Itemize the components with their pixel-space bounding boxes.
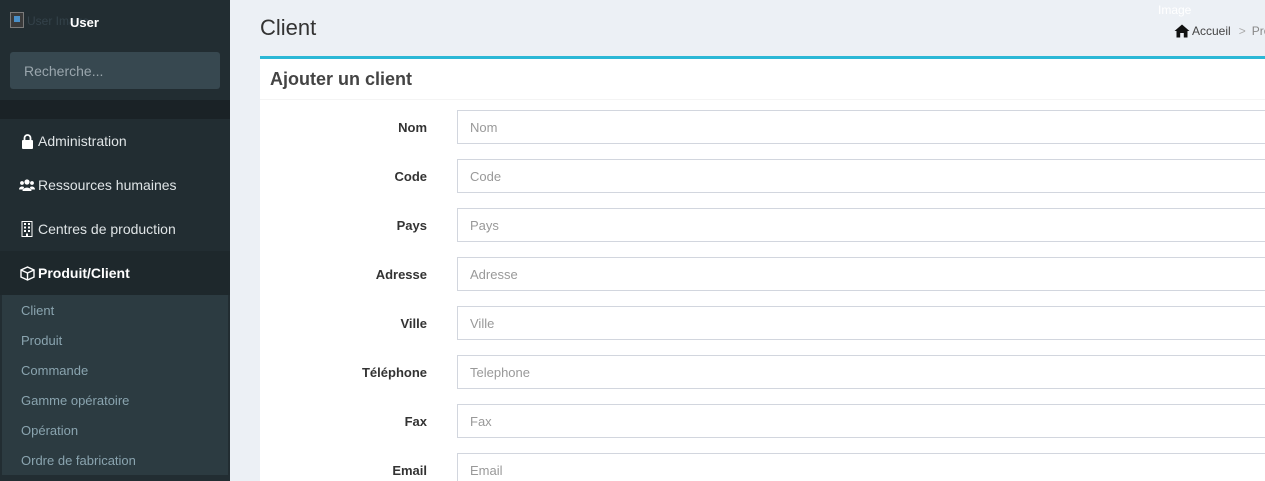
menu-header (0, 100, 230, 119)
form-row-pays: Pays (260, 208, 1265, 242)
box-title: Ajouter un client (270, 68, 413, 89)
user-image: User Image (10, 12, 89, 32)
pays-label: Pays (396, 218, 427, 233)
sidebar-item-ressources-humaines[interactable]: Ressources humaines (0, 163, 230, 207)
submenu-item-ordre-de-fabrication[interactable]: Ordre de fabrication (21, 453, 136, 468)
header-image-alt: Image (1158, 3, 1192, 17)
sidebar-item-centres-de-production[interactable]: Centres de production (0, 207, 230, 251)
submenu-item-produit[interactable]: Produit (21, 333, 62, 348)
form-row-email: Email (260, 453, 1265, 481)
ville-label: Ville (400, 316, 427, 331)
nom-input[interactable] (457, 110, 1265, 144)
users-icon (19, 177, 35, 193)
email-input[interactable] (457, 453, 1265, 481)
nom-label: Nom (398, 120, 427, 135)
form-row-ville: Ville (260, 306, 1265, 340)
box-header: Ajouter un client (260, 59, 1265, 100)
telephone-input[interactable] (457, 355, 1265, 389)
user-name: User (70, 15, 99, 30)
main-content: Client Image Accueil > Pro Ajouter un cl… (230, 0, 1265, 481)
sidebar-item-label: Administration (38, 133, 127, 149)
adresse-label: Adresse (375, 267, 427, 282)
sidebar-item-label: Ressources humaines (38, 177, 177, 193)
submenu-item-operation[interactable]: Opération (21, 423, 78, 438)
telephone-label: Téléphone (361, 365, 427, 380)
breadcrumb-current: Pro (1251, 24, 1265, 38)
page-title: Client (260, 15, 317, 40)
user-panel: User Image User (10, 12, 220, 34)
submenu-item-gamme-operatoire[interactable]: Gamme opératoire (21, 393, 129, 408)
sidebar-item-produit-client[interactable]: Produit/Client (0, 251, 230, 295)
produit-client-submenu: Client Produit Commande Gamme opératoire… (2, 295, 228, 475)
adresse-input[interactable] (457, 257, 1265, 291)
email-label: Email (392, 463, 427, 478)
sidebar-item-administration[interactable]: Administration (0, 119, 230, 163)
breadcrumb: Accueil > Pro (1174, 24, 1265, 38)
sidebar-item-label: Centres de production (38, 221, 176, 237)
add-client-box: Ajouter un client Nom Code Pays Adresse … (260, 56, 1265, 481)
form-row-fax: Fax (260, 404, 1265, 438)
code-label: Code (394, 169, 428, 184)
broken-image-icon (10, 12, 24, 28)
fax-label: Fax (404, 414, 427, 429)
home-icon (1174, 24, 1190, 38)
form-row-nom: Nom (260, 110, 1265, 144)
submenu-item-client[interactable]: Client (21, 303, 54, 318)
form-row-code: Code (260, 159, 1265, 193)
ville-input[interactable] (457, 306, 1265, 340)
pays-input[interactable] (457, 208, 1265, 242)
form-row-adresse: Adresse (260, 257, 1265, 291)
submenu-item-commande[interactable]: Commande (21, 363, 88, 378)
sidebar-item-label: Produit/Client (38, 265, 130, 281)
cube-icon (19, 265, 35, 281)
search-input[interactable] (10, 52, 220, 89)
breadcrumb-home-link[interactable]: Accueil (1192, 24, 1231, 38)
building-icon (19, 221, 35, 237)
fax-input[interactable] (457, 404, 1265, 438)
form-row-telephone: Téléphone (260, 355, 1265, 389)
code-input[interactable] (457, 159, 1265, 193)
breadcrumb-separator: > (1238, 24, 1246, 38)
sidebar: User Image User Administration Ressource… (0, 0, 230, 481)
lock-icon (19, 133, 35, 149)
